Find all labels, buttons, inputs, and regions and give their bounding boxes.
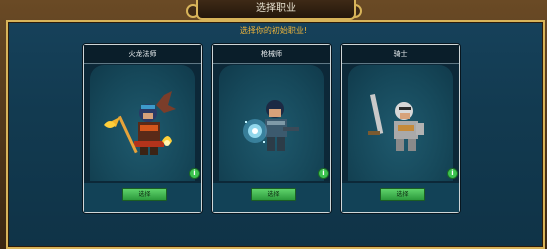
class-card-gunslinger[interactable]: 枪械师 i 选择 [212,44,331,213]
select-button[interactable]: 选择 [251,188,296,201]
knight-character-icon [368,93,424,151]
subtitle-text: 选择你的初始职业! [239,26,308,35]
class-card-knight[interactable]: 骑士 i 选择 [341,44,460,213]
class-card-fire-mage[interactable]: 火龙法师 i 选择 [83,44,202,213]
class-portrait [90,65,195,181]
gunslinger-character-icon [243,100,299,151]
fire-mage-character-icon [104,91,176,155]
class-name: 骑士 [342,45,459,64]
info-icon[interactable]: i [318,168,329,179]
select-button[interactable]: 选择 [380,188,425,201]
class-name: 枪械师 [213,45,330,64]
class-portrait [348,65,453,181]
class-name: 火龙法师 [84,45,201,64]
select-button[interactable]: 选择 [122,188,167,201]
class-portrait [219,65,324,181]
info-icon[interactable]: i [189,168,200,179]
info-icon[interactable]: i [447,168,458,179]
window-title: 选择职业 [196,0,356,20]
